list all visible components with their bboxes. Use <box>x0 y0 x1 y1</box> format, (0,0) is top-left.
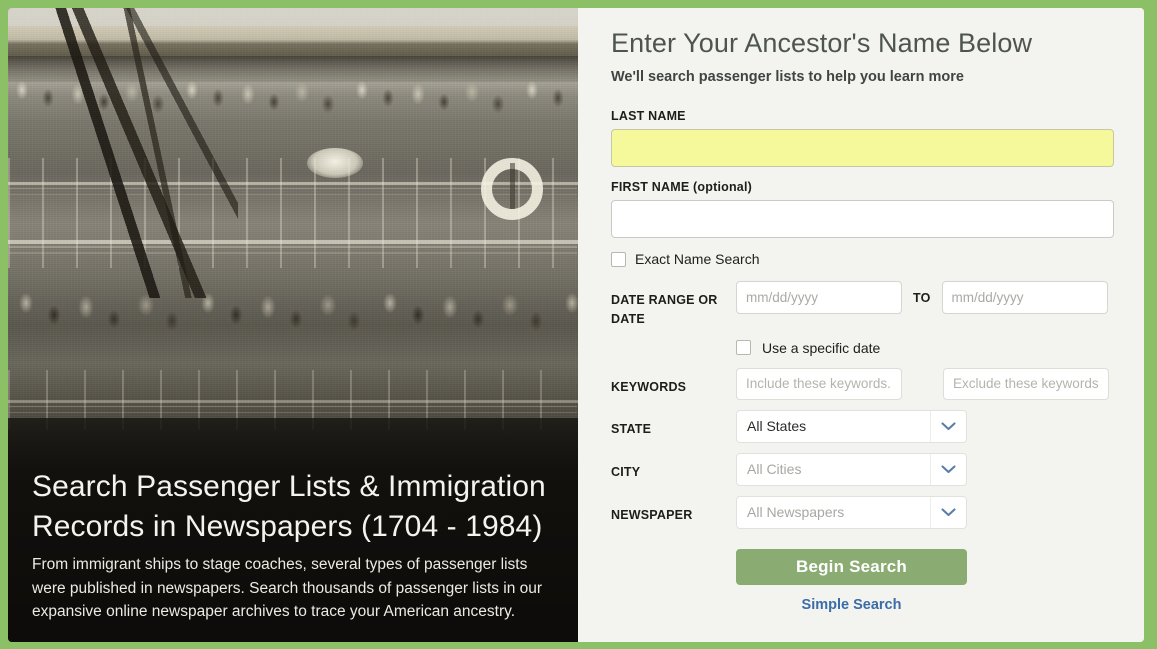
exact-name-search-label: Exact Name Search <box>635 251 760 267</box>
date-to-input[interactable] <box>941 281 1108 314</box>
date-to-label: TO <box>913 290 931 305</box>
date-from-input[interactable] <box>736 281 902 314</box>
simple-search-link[interactable]: Simple Search <box>802 597 902 613</box>
state-label: STATE <box>611 421 652 436</box>
first-name-input[interactable] <box>611 200 1114 238</box>
form-heading: Enter Your Ancestor's Name Below <box>611 28 1033 58</box>
chevron-down-icon[interactable] <box>930 453 966 485</box>
last-name-input[interactable] <box>611 129 1114 167</box>
keywords-exclude-input[interactable] <box>943 367 1109 400</box>
hero-description: From immigrant ships to stage coaches, s… <box>32 556 543 621</box>
first-name-label: FIRST NAME (optional) <box>611 180 752 194</box>
state-select[interactable]: All States <box>736 409 967 443</box>
state-controls: All States <box>736 409 1122 443</box>
date-range-label: DATE RANGE OR DATE <box>611 293 718 327</box>
keywords-include-input[interactable] <box>736 367 902 400</box>
exact-name-search-checkbox[interactable] <box>611 251 626 267</box>
date-range-row: DATE RANGE OR DATE TO <box>611 281 1122 330</box>
newspaper-controls: All Newspapers <box>736 495 1122 529</box>
city-row: CITY All Cities <box>611 452 1122 486</box>
exact-name-search-row[interactable]: Exact Name Search <box>611 251 1122 267</box>
page-root: Search Passenger Lists & Immigration Rec… <box>0 0 1157 649</box>
use-specific-date-checkbox[interactable] <box>736 340 751 356</box>
use-specific-date-row[interactable]: Use a specific date <box>736 340 1122 356</box>
state-row: STATE All States <box>611 409 1122 443</box>
hero-caption: Search Passenger Lists & Immigration Rec… <box>32 467 558 624</box>
city-label: CITY <box>611 464 641 479</box>
use-specific-date-label: Use a specific date <box>762 339 881 356</box>
search-form-panel: Enter Your Ancestor's Name Below We'll s… <box>578 8 1144 642</box>
chevron-down-icon[interactable] <box>930 496 966 528</box>
hero-title: Search Passenger Lists & Immigration Rec… <box>32 469 546 544</box>
newspaper-select-value: All Newspapers <box>747 504 845 521</box>
keywords-controls <box>736 367 1122 400</box>
keywords-label: KEYWORDS <box>611 379 687 394</box>
begin-search-button[interactable]: Begin Search <box>736 548 967 585</box>
chevron-down-icon[interactable] <box>930 410 966 442</box>
state-select-value: All States <box>747 418 807 435</box>
newspaper-select[interactable]: All Newspapers <box>736 495 967 529</box>
city-select-value: All Cities <box>747 461 802 478</box>
last-name-label: LAST NAME <box>611 109 686 123</box>
keywords-row: KEYWORDS <box>611 367 1122 400</box>
simple-search-row: Simple Search <box>736 596 967 614</box>
newspaper-row: NEWSPAPER All Newspapers <box>611 495 1122 529</box>
form-subheading: We'll search passenger lists to help you… <box>611 69 964 85</box>
hero-panel: Search Passenger Lists & Immigration Rec… <box>8 8 578 642</box>
city-controls: All Cities <box>736 452 1122 486</box>
search-card: Search Passenger Lists & Immigration Rec… <box>8 8 1144 642</box>
date-range-controls: TO <box>736 281 1122 314</box>
submit-row: Begin Search <box>736 548 1122 585</box>
city-select[interactable]: All Cities <box>736 452 967 486</box>
newspaper-label: NEWSPAPER <box>611 507 693 522</box>
